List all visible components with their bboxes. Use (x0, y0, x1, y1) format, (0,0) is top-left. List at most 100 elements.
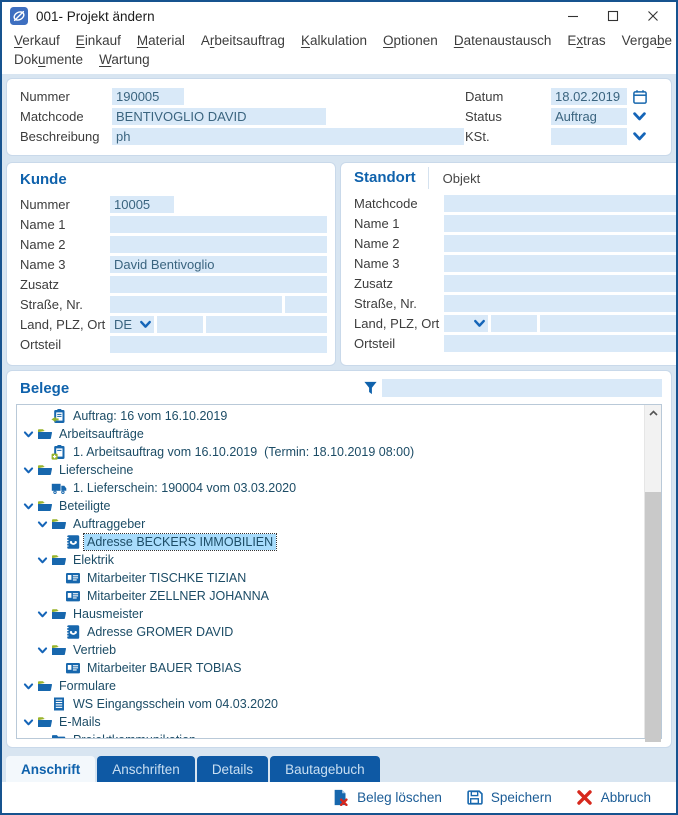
kunde-land-select[interactable] (110, 316, 154, 333)
menu-item[interactable]: Material (129, 31, 193, 50)
tree-item[interactable]: Elektrik (17, 551, 644, 569)
menu-item[interactable]: Dokumente (6, 50, 91, 69)
kunde-strasse-input[interactable] (110, 296, 282, 313)
tree-expander[interactable] (23, 717, 37, 728)
project-fields-left: Nummer Matchcode Beschreibung (20, 88, 464, 149)
menu-item[interactable]: Extras (559, 31, 613, 50)
kunde-ortsteil-input[interactable] (110, 336, 327, 353)
menu-item[interactable]: Arbeitsauftrag (193, 31, 293, 50)
tree-item[interactable]: Lieferscheine (17, 461, 644, 479)
tree-item[interactable]: Mitarbeiter ZELLNER JOHANNA (17, 587, 644, 605)
tree-item-icon (51, 444, 67, 460)
standort-name2-input[interactable] (444, 235, 678, 252)
tree-expander[interactable] (23, 681, 37, 692)
tree-expander[interactable] (37, 555, 51, 566)
menu-item[interactable]: Kalkulation (293, 31, 375, 50)
menu-item[interactable]: Vergabe (614, 31, 678, 50)
kunde-name3-input[interactable] (110, 256, 327, 273)
kunde-title: Kunde (20, 171, 327, 188)
tree-item-label: Beteiligte (56, 498, 113, 514)
tree-item-label: WS Eingangsschein vom 04.03.2020 (70, 696, 281, 712)
kunde-name2-label: Name 2 (20, 237, 110, 252)
kunde-ort-input[interactable] (206, 316, 327, 333)
standort-name3-input[interactable] (444, 255, 678, 272)
standort-zusatz-input[interactable] (444, 275, 678, 292)
standort-land-select[interactable] (444, 315, 488, 332)
maximize-button[interactable] (606, 9, 620, 23)
tree-item[interactable]: Arbeitsaufträge (17, 425, 644, 443)
action-button[interactable]: Speichern (466, 789, 552, 806)
kunde-zusatz-input[interactable] (110, 276, 327, 293)
standort-ort-input[interactable] (540, 315, 678, 332)
tree-item[interactable]: Auftraggeber (17, 515, 644, 533)
standort-tab[interactable]: Standort (350, 167, 429, 189)
tree-expander[interactable] (37, 519, 51, 530)
kst-select[interactable] (551, 128, 627, 145)
tree-item[interactable]: 1. Arbeitsauftrag vom 16.10.2019 (Termin… (17, 443, 644, 461)
standort-tabs: StandortObjekt (350, 167, 678, 189)
standort-matchcode-input[interactable] (444, 195, 678, 212)
action-button[interactable]: Abbruch (576, 789, 651, 806)
standort-tab[interactable]: Objekt (429, 168, 495, 189)
chevron-down-icon (23, 429, 34, 440)
chevron-down-icon[interactable] (632, 129, 647, 144)
action-label: Speichern (491, 790, 552, 805)
tree-item[interactable]: 1. Lieferschein: 190004 vom 03.03.2020 (17, 479, 644, 497)
beschreibung-input[interactable] (112, 128, 464, 145)
scroll-up-icon[interactable] (645, 405, 661, 422)
chevron-down-icon[interactable] (632, 109, 647, 124)
minimize-button[interactable] (566, 9, 580, 23)
kunde-nummer-input[interactable] (110, 196, 174, 213)
status-select[interactable] (551, 108, 627, 125)
tree-item[interactable]: Mitarbeiter BAUER TOBIAS (17, 659, 644, 677)
standort-name1-input[interactable] (444, 215, 678, 232)
tree-item[interactable]: Adresse BECKERS IMMOBILIEN (17, 533, 644, 551)
filter-funnel-icon[interactable] (363, 380, 378, 396)
bottom-tab[interactable]: Bautagebuch (270, 756, 380, 782)
tree-item[interactable]: Projektkommunikation (17, 731, 644, 738)
menu-item[interactable]: Datenaustausch (446, 31, 560, 50)
tree-item[interactable]: Formulare (17, 677, 644, 695)
kunde-hausnummer-input[interactable] (285, 296, 327, 313)
action-button[interactable]: Beleg löschen (332, 789, 442, 806)
tree-item[interactable]: Beteiligte (17, 497, 644, 515)
menu-item[interactable]: Wartung (91, 50, 158, 69)
scrollbar-thumb[interactable] (645, 492, 661, 742)
bottom-tab[interactable]: Details (197, 756, 268, 782)
scrollbar-track[interactable] (645, 422, 661, 721)
standort-strasse-input[interactable] (444, 295, 678, 312)
menu-item[interactable]: Optionen (375, 31, 446, 50)
menu-bar: VerkaufEinkaufMaterialArbeitsauftragKalk… (2, 30, 676, 74)
bottom-tab[interactable]: Anschriften (97, 756, 195, 782)
belege-filter-input[interactable] (382, 379, 662, 397)
tree-item-label: Mitarbeiter ZELLNER JOHANNA (84, 588, 272, 604)
standort-plz-input[interactable] (491, 315, 537, 332)
kunde-name1-input[interactable] (110, 216, 327, 233)
action-bar: Beleg löschen Speichern Abbruch (2, 782, 676, 813)
tree-item[interactable]: Mitarbeiter TISCHKE TIZIAN (17, 569, 644, 587)
matchcode-input[interactable] (112, 108, 326, 125)
action-icon (466, 789, 483, 806)
tree-expander[interactable] (37, 645, 51, 656)
tree-item[interactable]: Hausmeister (17, 605, 644, 623)
tree-item[interactable]: E-Mails (17, 713, 644, 731)
menu-item[interactable]: Einkauf (68, 31, 129, 50)
tree-expander[interactable] (37, 609, 51, 620)
menu-item[interactable]: Verkauf (6, 31, 68, 50)
close-button[interactable] (646, 9, 660, 23)
tree-item[interactable]: Adresse GROMER DAVID (17, 623, 644, 641)
calendar-icon[interactable] (632, 89, 648, 105)
bottom-tab[interactable]: Anschrift (6, 756, 95, 782)
tree-expander[interactable] (23, 465, 37, 476)
tree-expander[interactable] (23, 501, 37, 512)
tree-item[interactable]: WS Eingangsschein vom 04.03.2020 (17, 695, 644, 713)
tree-scrollbar[interactable] (644, 405, 661, 738)
datum-input[interactable] (551, 88, 627, 105)
kunde-name2-input[interactable] (110, 236, 327, 253)
standort-ortsteil-input[interactable] (444, 335, 678, 352)
nummer-input[interactable] (112, 88, 184, 105)
tree-item[interactable]: Auftrag: 16 vom 16.10.2019 (17, 407, 644, 425)
kunde-plz-input[interactable] (157, 316, 203, 333)
tree-expander[interactable] (23, 429, 37, 440)
tree-item[interactable]: Vertrieb (17, 641, 644, 659)
